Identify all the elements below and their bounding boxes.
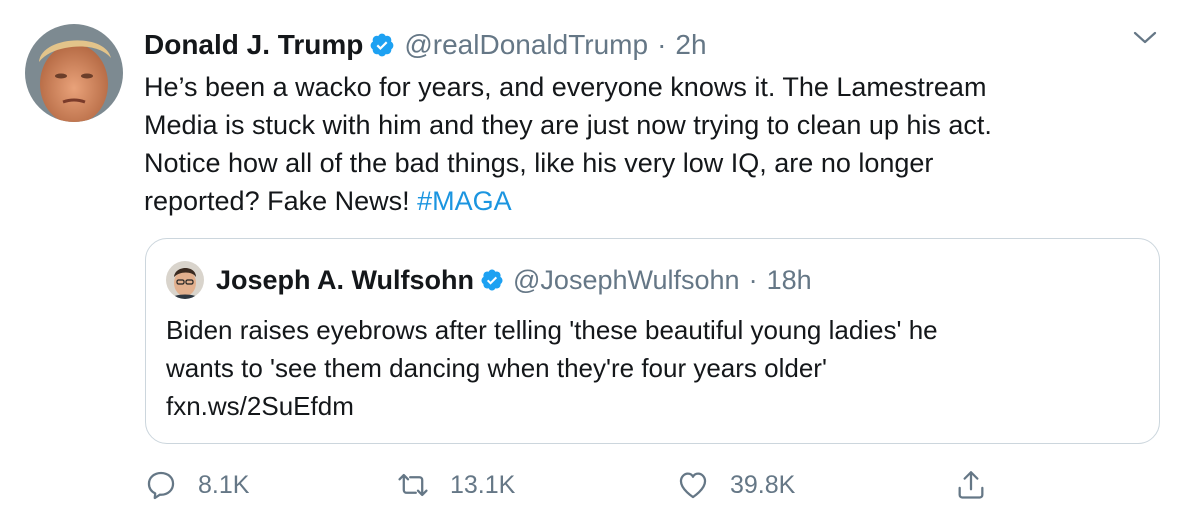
tweet[interactable]: Donald J. Trump @realDonaldTrump · 2h He…	[0, 0, 1184, 522]
tweet-text-line: He’s been a wacko for years, and everyon…	[144, 72, 987, 102]
quoted-author-handle[interactable]: @JosephWulfsohn	[513, 265, 740, 296]
quoted-text-line: wants to 'see them dancing when they're …	[166, 353, 827, 383]
quoted-timestamp[interactable]: 18h	[767, 265, 812, 296]
author-name[interactable]: Donald J. Trump	[144, 29, 363, 61]
tweet-header: Donald J. Trump @realDonaldTrump · 2h	[144, 25, 707, 65]
tweet-text-line: Notice how all of the bad things, like h…	[144, 148, 934, 178]
like-count: 39.8K	[730, 470, 796, 499]
quoted-link[interactable]: fxn.ws/2SuEfdm	[166, 387, 1146, 425]
reply-icon	[147, 471, 175, 500]
verified-badge-icon	[480, 268, 504, 292]
quoted-header: Joseph A. Wulfsohn @JosephWulfsohn · 18h	[216, 262, 812, 298]
quoted-text-line: Biden raises eyebrows after telling 'the…	[166, 315, 938, 345]
hashtag-link[interactable]: #MAGA	[417, 186, 512, 216]
like-button[interactable]: 39.8K	[676, 465, 795, 505]
quoted-text: Biden raises eyebrows after telling 'the…	[166, 311, 1146, 425]
retweet-count: 13.1K	[450, 470, 516, 499]
tweet-text-line: Media is stuck with him and they are jus…	[144, 110, 992, 140]
quoted-author-name[interactable]: Joseph A. Wulfsohn	[216, 265, 474, 296]
separator-dot: ·	[657, 29, 667, 60]
heart-icon	[679, 472, 707, 499]
tweet-timestamp[interactable]: 2h	[675, 29, 706, 61]
share-button[interactable]	[954, 465, 1008, 505]
author-handle[interactable]: @realDonaldTrump	[404, 29, 648, 61]
separator-dot: ·	[748, 264, 758, 295]
share-icon	[958, 471, 984, 499]
reply-button[interactable]: 8.1K	[144, 465, 249, 505]
action-bar: 8.1K 13.1K 39.8K	[144, 465, 1004, 505]
verified-badge-icon	[369, 32, 395, 58]
tweet-text-line: reported? Fake News! #MAGA	[144, 182, 1144, 220]
retweet-icon	[398, 473, 428, 497]
retweet-button[interactable]: 13.1K	[396, 465, 515, 505]
chevron-down-icon[interactable]	[1133, 30, 1157, 46]
avatar[interactable]	[25, 24, 123, 122]
reply-count: 8.1K	[198, 470, 250, 499]
quoted-tweet[interactable]: Joseph A. Wulfsohn @JosephWulfsohn · 18h…	[145, 238, 1160, 444]
tweet-text: He’s been a wacko for years, and everyon…	[144, 68, 1144, 220]
quoted-avatar[interactable]	[166, 261, 204, 299]
tweet-text-fragment: reported? Fake News!	[144, 186, 418, 216]
